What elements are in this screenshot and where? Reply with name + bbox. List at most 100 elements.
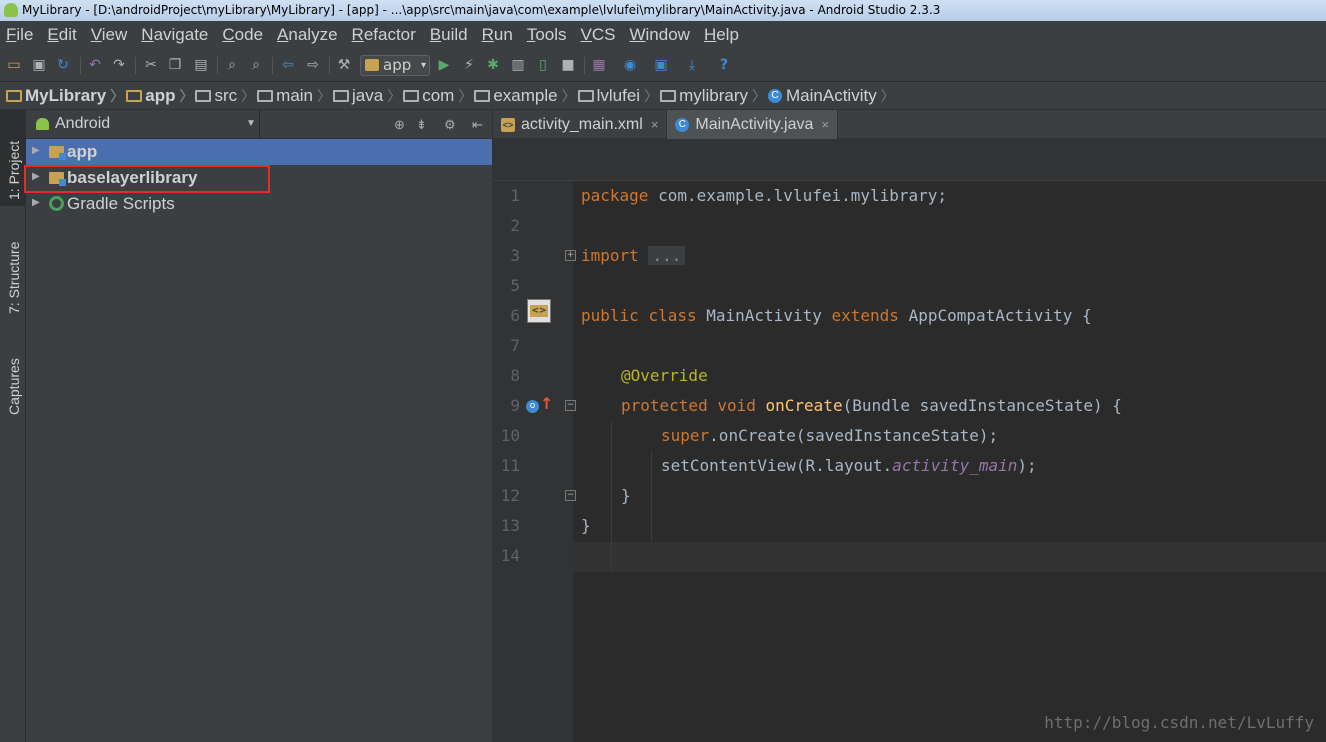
tool-tab-captures[interactable]: Captures	[0, 335, 26, 420]
window-title-bar: MyLibrary - [D:\androidProject\myLibrary…	[0, 0, 1326, 21]
line-number: 5	[510, 276, 520, 295]
chevron-down-icon[interactable]: ▼	[246, 118, 256, 129]
menu-file[interactable]: File	[6, 25, 33, 45]
code-token: package	[581, 186, 649, 205]
avd-manager-icon[interactable]: ▦	[591, 57, 607, 73]
chevron-right-icon: 〉	[458, 87, 473, 104]
window-title: MyLibrary - [D:\androidProject\myLibrary…	[22, 3, 941, 17]
package-folder-icon	[403, 89, 420, 102]
redo-icon[interactable]: ↷	[111, 57, 127, 73]
stop-icon[interactable]: ■	[560, 57, 576, 73]
back-icon[interactable]: ⇦	[280, 57, 296, 73]
override-marker-icon[interactable]: o	[526, 400, 539, 413]
debug-icon[interactable]: ✱	[485, 57, 501, 73]
open-folder-icon[interactable]: ▭	[6, 57, 22, 73]
menu-refactor[interactable]: Refactor	[352, 25, 416, 45]
breadcrumb-mylibrary-package[interactable]: mylibrary 〉	[660, 86, 766, 106]
expand-arrow-icon[interactable]: ▶	[32, 197, 40, 208]
code-area[interactable]: package com.example.lvlufei.mylibrary; i…	[573, 181, 1326, 742]
copy-icon[interactable]: ❐	[167, 57, 183, 73]
tab-activity-main-xml[interactable]: <> activity_main.xml ×	[493, 110, 668, 139]
menu-code[interactable]: Code	[222, 25, 263, 45]
menu-navigate[interactable]: Navigate	[141, 25, 208, 45]
line-number: 11	[500, 456, 520, 475]
code-token: public	[581, 306, 639, 325]
menu-analyze[interactable]: Analyze	[277, 25, 337, 45]
breadcrumb-label: main	[276, 85, 314, 105]
tree-item-app[interactable]: ▶ app	[26, 139, 492, 165]
run-configuration-select[interactable]: app ▾	[360, 55, 430, 76]
line-number: 13	[500, 516, 520, 535]
menu-view[interactable]: View	[91, 25, 128, 45]
menu-build[interactable]: Build	[430, 25, 468, 45]
code-token: );	[1017, 456, 1037, 475]
breadcrumb-lvlufei[interactable]: lvlufei 〉	[577, 86, 658, 106]
sync-gradle-icon[interactable]: ◉	[622, 57, 638, 73]
close-icon[interactable]: ×	[651, 117, 659, 132]
chevron-right-icon: 〉	[387, 87, 402, 104]
breadcrumb-app[interactable]: app 〉	[126, 86, 193, 106]
breadcrumb-main[interactable]: main 〉	[257, 86, 331, 106]
find-icon[interactable]: ⌕	[224, 57, 240, 73]
tool-tab-project[interactable]: 1: Project	[0, 110, 26, 206]
chevron-right-icon: 〉	[880, 87, 895, 104]
code-token: }	[581, 516, 591, 535]
project-structure-icon[interactable]: ▣	[653, 57, 669, 73]
sdk-manager-icon[interactable]: ⤓	[684, 57, 700, 73]
chevron-right-icon: 〉	[110, 87, 125, 104]
save-icon[interactable]: ▣	[31, 57, 47, 73]
tool-tab-structure[interactable]: 7: Structure	[0, 218, 26, 318]
breadcrumb-label: src	[214, 85, 238, 105]
line-number: 14	[500, 546, 520, 565]
menu-window[interactable]: Window	[629, 25, 689, 45]
code-token: @Override	[621, 366, 708, 385]
forward-icon[interactable]: ⇨	[305, 57, 321, 73]
menu-run[interactable]: Run	[482, 25, 513, 45]
code-line-9: protected void onCreate(Bundle savedInst…	[621, 391, 1122, 421]
replace-icon[interactable]: ⌕	[248, 57, 264, 73]
apply-changes-icon[interactable]: ⚡	[461, 57, 477, 73]
breadcrumb-src[interactable]: src 〉	[195, 86, 255, 106]
collapse-all-icon[interactable]: ⇟	[416, 117, 427, 133]
run-icon[interactable]: ▶	[436, 57, 452, 73]
scroll-from-source-icon[interactable]: ⊕	[394, 117, 405, 133]
paste-icon[interactable]: ▤	[193, 57, 209, 73]
breadcrumb-java[interactable]: java 〉	[333, 86, 401, 106]
toolbar-separator	[80, 57, 81, 74]
tab-mainactivity-java[interactable]: C MainActivity.java ×	[667, 110, 838, 139]
undo-icon[interactable]: ↶	[87, 57, 103, 73]
close-icon[interactable]: ×	[821, 117, 829, 132]
hide-panel-icon[interactable]: ⇤	[472, 117, 483, 133]
code-line-12: }	[621, 481, 631, 511]
menu-vcs[interactable]: VCS	[581, 25, 616, 45]
code-token: }	[621, 486, 631, 505]
folded-imports[interactable]: ...	[648, 246, 686, 265]
cut-icon[interactable]: ✂	[143, 57, 159, 73]
sync-icon[interactable]: ↻	[55, 57, 71, 73]
project-tool-window: Android ▼ ⊕ ⇟ ⚙ ⇤ ▶ app ▶ baselayerlibra…	[26, 110, 492, 742]
menu-tools[interactable]: Tools	[527, 25, 567, 45]
menu-edit[interactable]: Edit	[47, 25, 76, 45]
help-icon[interactable]: ?	[716, 57, 732, 73]
attach-debugger-icon[interactable]: ▯	[535, 57, 551, 73]
expand-arrow-icon[interactable]: ▶	[32, 145, 40, 156]
toolbar-separator	[135, 57, 136, 74]
breadcrumb-mylibrary[interactable]: MyLibrary 〉	[6, 86, 124, 106]
module-folder-icon	[126, 89, 143, 102]
profile-icon[interactable]: ▥	[510, 57, 526, 73]
related-layout-icon[interactable]	[527, 299, 551, 323]
watermark: http://blog.csdn.net/LvLuffy	[1044, 713, 1314, 732]
make-project-icon[interactable]: ⚒	[336, 57, 352, 73]
menu-help[interactable]: Help	[704, 25, 739, 45]
tool-window-strip: 1: Project 7: Structure Captures	[0, 110, 26, 742]
breadcrumb-com[interactable]: com 〉	[403, 86, 472, 106]
arrow-up-icon[interactable]: ↑	[540, 394, 553, 413]
line-number: 8	[510, 366, 520, 385]
tab-label: activity_main.xml	[521, 115, 643, 133]
breadcrumb-example[interactable]: example 〉	[474, 86, 576, 106]
menu-bar: File Edit View Navigate Code Analyze Ref…	[0, 21, 1326, 49]
gear-icon[interactable]: ⚙	[444, 117, 456, 133]
tree-item-gradle-scripts[interactable]: ▶ Gradle Scripts	[26, 191, 492, 217]
project-view-mode[interactable]: Android	[55, 115, 110, 133]
breadcrumb-mainactivity[interactable]: C MainActivity 〉	[768, 86, 895, 106]
